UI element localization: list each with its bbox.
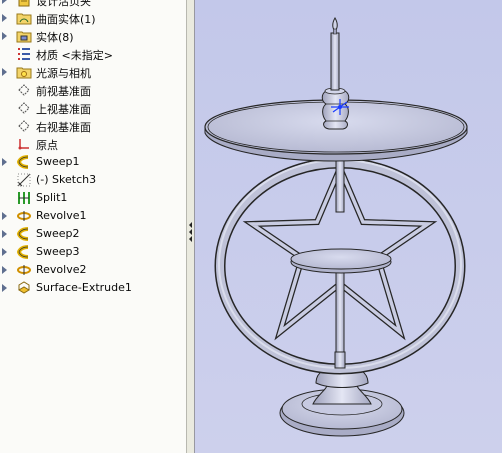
plane-icon: [18, 120, 30, 132]
split-icon: [18, 192, 30, 204]
surface-extrude-icon: [18, 281, 30, 294]
tree-item[interactable]: 右视基准面: [0, 117, 186, 135]
origin-icon: [18, 139, 29, 150]
tree-item[interactable]: Sweep2: [0, 225, 186, 243]
tree-item[interactable]: 前视基准面: [0, 81, 186, 99]
model-lower-disc: [290, 248, 392, 274]
sweep-icon: [16, 245, 29, 259]
tree-item[interactable]: 原点: [0, 135, 186, 153]
expand-arrow-icon[interactable]: [2, 0, 7, 4]
expand-arrow-icon[interactable]: [2, 68, 7, 76]
tree-item[interactable]: 光源与相机: [0, 63, 186, 81]
tree-item-label: 光源与相机: [36, 67, 91, 80]
solid-bodies-folder-icon: [16, 31, 32, 43]
tree-item-label: Sweep1: [36, 155, 80, 168]
tree-item-label: 上视基准面: [36, 103, 91, 116]
model-candle: [330, 17, 340, 91]
expand-arrow-icon[interactable]: [2, 158, 7, 166]
feature-manager-tree: 设计活页夹曲面实体(1) 实体(8) 材质 <未指定> 光源与相机前视基准面上视基准面…: [0, 0, 187, 453]
tree-item-label: 右视基准面: [36, 121, 91, 134]
design-binder-icon: [18, 0, 30, 7]
material-icon: [18, 48, 30, 60]
revolve-icon: [17, 265, 31, 275]
plane-icon: [18, 102, 30, 114]
tree-item[interactable]: Sweep1: [0, 153, 186, 171]
expand-arrow-icon[interactable]: [2, 284, 7, 292]
tree-item[interactable]: (-) Sketch3: [0, 171, 186, 189]
tree-item[interactable]: Revolve2: [0, 261, 186, 279]
revolve-icon: [17, 211, 31, 221]
sketch-icon: [17, 173, 31, 187]
panel-splitter[interactable]: [187, 0, 195, 453]
lights-cameras-folder-icon: [16, 67, 32, 79]
tree-item[interactable]: Sweep3: [0, 243, 186, 261]
expand-arrow-icon[interactable]: [2, 32, 7, 40]
sweep-icon: [16, 155, 29, 169]
tree-item-label: Sweep2: [36, 227, 80, 240]
expand-arrow-icon[interactable]: [2, 230, 7, 238]
surface-bodies-folder-icon: [16, 13, 32, 25]
tree-item-label: 曲面实体(1): [36, 13, 96, 26]
expand-arrow-icon[interactable]: [2, 14, 7, 22]
model-view[interactable]: [195, 0, 502, 453]
tree-item-label: (-) Sketch3: [36, 173, 97, 186]
tree-item[interactable]: Surface-Extrude1: [0, 279, 186, 297]
tree-item[interactable]: Split1: [0, 189, 186, 207]
tree-item-label: Split1: [36, 191, 68, 204]
tree-item-label: Revolve2: [36, 263, 87, 276]
tree-item-label: 前视基准面: [36, 85, 91, 98]
collapse-arrows-icon[interactable]: [188, 221, 193, 243]
tree-item-label: 实体(8): [36, 31, 74, 44]
model-candle-holder: [321, 87, 350, 130]
tree-item[interactable]: 上视基准面: [0, 99, 186, 117]
expand-arrow-icon[interactable]: [2, 266, 7, 274]
tree-item[interactable]: 实体(8): [0, 27, 186, 45]
tree-item-label: Surface-Extrude1: [36, 281, 132, 294]
feature-tree-list: 设计活页夹曲面实体(1) 实体(8) 材质 <未指定> 光源与相机前视基准面上视基准面…: [0, 0, 186, 297]
tree-item-label: 材质 <未指定>: [36, 49, 113, 62]
tree-item-label: 设计活页夹: [36, 0, 91, 8]
expand-arrow-icon[interactable]: [2, 248, 7, 256]
tree-item-label: Sweep3: [36, 245, 80, 258]
tree-item[interactable]: Revolve1: [0, 207, 186, 225]
tree-item-label: 原点: [36, 139, 58, 152]
tree-item-label: Revolve1: [36, 209, 87, 222]
tree-item[interactable]: 材质 <未指定>: [0, 45, 186, 63]
sweep-icon: [16, 227, 29, 241]
model-base: [279, 365, 405, 437]
graphics-area[interactable]: [195, 0, 502, 453]
tree-item[interactable]: 曲面实体(1): [0, 9, 186, 27]
expand-arrow-icon[interactable]: [2, 212, 7, 220]
tree-item[interactable]: 设计活页夹: [0, 0, 186, 9]
plane-icon: [18, 84, 30, 96]
